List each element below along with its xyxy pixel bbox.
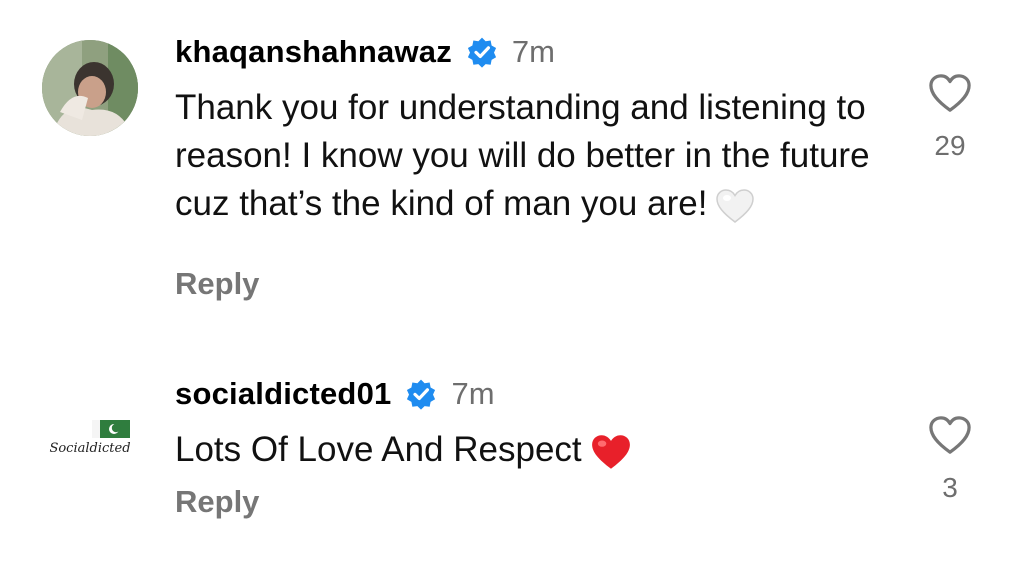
- comment-header: socialdicted01 7m: [175, 376, 495, 412]
- timestamp: 7m: [511, 34, 555, 69]
- comment-body: Thank you for understanding and listenin…: [175, 88, 870, 223]
- timestamp: 7m: [451, 376, 495, 411]
- verified-badge-icon: [467, 37, 497, 68]
- username[interactable]: khaqanshahnawaz: [175, 34, 452, 70]
- socialdicted-logo: Socialdicted: [42, 382, 138, 478]
- red-heart-emoji-icon: [591, 434, 630, 469]
- like-heart-icon[interactable]: [927, 72, 973, 114]
- like-control: 29: [925, 72, 975, 162]
- avatar[interactable]: Socialdicted: [42, 382, 138, 478]
- white-heart-emoji-icon: [716, 188, 755, 223]
- comment-text: Lots Of Love And Respect: [175, 426, 875, 474]
- verified-badge-icon: [407, 379, 436, 410]
- comment-body: Lots Of Love And Respect: [175, 430, 582, 469]
- username[interactable]: socialdicted01: [175, 376, 391, 412]
- reply-button[interactable]: Reply: [175, 484, 259, 520]
- like-control: 3: [925, 414, 975, 504]
- profile-photo: [42, 40, 138, 136]
- comment-header: khaqanshahnawaz 7m: [175, 34, 555, 70]
- logo-text: Socialdicted: [49, 441, 130, 456]
- avatar[interactable]: [42, 40, 138, 136]
- like-count: 3: [942, 472, 958, 503]
- like-count: 29: [934, 130, 966, 161]
- comment: khaqanshahnawaz 7m Thank you for underst…: [0, 0, 1024, 330]
- like-heart-icon[interactable]: [927, 414, 973, 456]
- reply-button[interactable]: Reply: [175, 266, 259, 302]
- comment: Socialdicted socialdicted01 7m Lots Of L…: [0, 360, 1024, 560]
- comment-text: Thank you for understanding and listenin…: [175, 84, 875, 228]
